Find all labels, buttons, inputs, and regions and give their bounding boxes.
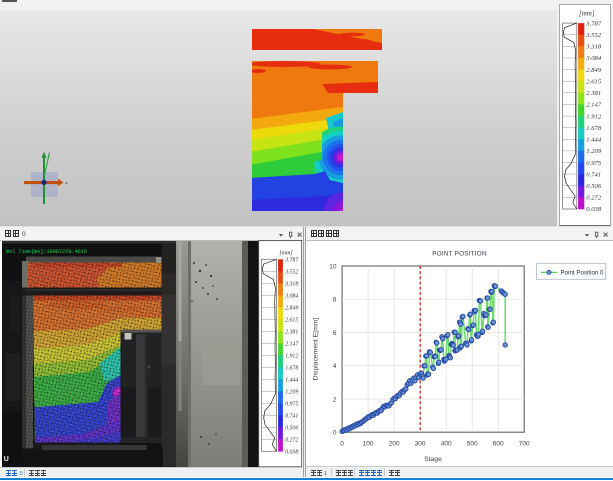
- svg-text:0.038: 0.038: [586, 206, 602, 213]
- svg-text:3.552: 3.552: [585, 32, 602, 39]
- svg-text:1.678: 1.678: [586, 125, 602, 132]
- svg-text:2.615: 2.615: [586, 78, 602, 85]
- svg-text:[mm]: [mm]: [579, 10, 595, 18]
- svg-text:3.552: 3.552: [284, 269, 298, 275]
- svg-text:3.318: 3.318: [585, 44, 602, 51]
- svg-text:0.741: 0.741: [586, 171, 601, 178]
- svg-text:1.912: 1.912: [285, 353, 298, 359]
- svg-text:0.506: 0.506: [285, 425, 298, 431]
- svg-text:0.975: 0.975: [285, 401, 298, 407]
- svg-text:0.506: 0.506: [586, 183, 602, 190]
- svg-text:1.444: 1.444: [285, 376, 298, 383]
- svg-text:0.272: 0.272: [285, 437, 298, 443]
- svg-text:2.147: 2.147: [285, 340, 299, 347]
- svg-text:2.381: 2.381: [285, 329, 298, 335]
- svg-text:0.975: 0.975: [586, 160, 602, 167]
- svg-text:2.615: 2.615: [285, 317, 298, 323]
- svg-text:2.849: 2.849: [586, 67, 602, 74]
- svg-text:0.038: 0.038: [285, 449, 298, 455]
- svg-text:3.084: 3.084: [284, 292, 298, 299]
- svg-text:1.678: 1.678: [285, 365, 298, 371]
- svg-text:2.849: 2.849: [285, 304, 298, 311]
- svg-text:0.741: 0.741: [285, 412, 298, 419]
- svg-text:1.444: 1.444: [586, 137, 602, 144]
- svg-text:3.787: 3.787: [284, 257, 299, 263]
- svg-text:1.912: 1.912: [586, 113, 602, 120]
- svg-text:3.084: 3.084: [585, 55, 602, 62]
- svg-text:2.381: 2.381: [586, 90, 601, 97]
- svg-text:3.787: 3.787: [585, 20, 602, 27]
- svg-text:3.318: 3.318: [284, 281, 298, 287]
- svg-text:[mm]: [mm]: [279, 250, 293, 256]
- svg-text:1.209: 1.209: [285, 389, 298, 395]
- svg-text:0.272: 0.272: [586, 195, 602, 202]
- svg-text:1.209: 1.209: [586, 148, 602, 155]
- svg-text:2.147: 2.147: [586, 102, 602, 109]
